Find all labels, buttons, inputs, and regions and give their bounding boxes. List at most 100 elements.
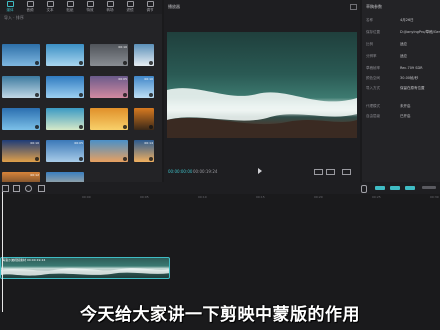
toolbar-filter-button[interactable]: 滤镜 xyxy=(120,0,140,14)
text-icon xyxy=(46,1,54,7)
property-key: 自由层级 xyxy=(366,114,380,118)
ruler-tick-label: 00:25 xyxy=(372,195,381,199)
property-value: 保留在原有位置 xyxy=(400,86,425,90)
delete-icon[interactable] xyxy=(38,185,45,192)
filter-icon xyxy=(126,1,134,7)
download-icon[interactable] xyxy=(149,125,153,129)
toolbar-effect-button[interactable]: 特效 xyxy=(80,0,100,14)
wave-image xyxy=(167,88,357,138)
media-thumbnail[interactable] xyxy=(2,44,40,66)
toolbar-label: 转场 xyxy=(106,8,114,12)
media-thumbnail[interactable]: 00:14 xyxy=(134,140,154,162)
mic-icon[interactable] xyxy=(361,185,367,193)
download-icon[interactable] xyxy=(79,157,83,161)
toolbar-label: 滤镜 xyxy=(126,8,134,12)
property-value: 30.00帧/秒 xyxy=(400,76,419,80)
properties-title: 草稿参数 xyxy=(366,4,382,9)
media-thumbnail[interactable] xyxy=(46,44,84,66)
transition-icon xyxy=(106,1,114,7)
download-icon[interactable] xyxy=(149,61,153,65)
media-thumbnail[interactable]: 00:10 xyxy=(134,76,154,98)
download-icon[interactable] xyxy=(123,157,127,161)
property-key: 颜色空间 xyxy=(366,76,380,80)
download-icon[interactable] xyxy=(79,125,83,129)
thumbnail-duration: 00:10 xyxy=(30,141,39,145)
property-value: Rec.709 SDR xyxy=(400,66,423,70)
toolbar-transition-button[interactable]: 转场 xyxy=(100,0,120,14)
media-thumbnail[interactable] xyxy=(134,44,154,66)
download-icon[interactable] xyxy=(79,61,83,65)
ruler-tick-label: 00:20 xyxy=(314,195,323,199)
download-icon[interactable] xyxy=(35,157,39,161)
property-key: 保存位置 xyxy=(366,30,380,34)
download-icon[interactable] xyxy=(149,93,153,97)
download-icon[interactable] xyxy=(149,157,153,161)
property-value: D:/JianyingPro/草稿/Gen xyxy=(400,30,440,34)
ruler-tick-label: 00:15 xyxy=(256,195,265,199)
ruler-tick-label: 00:30 xyxy=(430,195,439,199)
ratio-icon[interactable] xyxy=(326,169,335,175)
total-time: 00:00:19:24 xyxy=(193,169,218,174)
thumbnail-duration: 00:10 xyxy=(144,77,153,81)
subtitle-caption: 今天给大家讲一下剪映中蒙版的作用 xyxy=(80,305,360,325)
media-thumbnail[interactable] xyxy=(46,108,84,130)
property-key: 代理模式 xyxy=(366,104,380,108)
property-value: 4月26日 xyxy=(400,18,414,22)
property-key: 比例 xyxy=(366,42,373,46)
property-key: 名称 xyxy=(366,18,373,22)
ruler-tick-label: 00:10 xyxy=(198,195,207,199)
select-icon[interactable] xyxy=(2,185,9,192)
toolbar-sticker-button[interactable]: 贴纸 xyxy=(60,0,80,14)
media-thumbnail[interactable] xyxy=(46,76,84,98)
thumbnail-duration: 00:05 xyxy=(118,77,127,81)
playhead[interactable] xyxy=(2,192,3,312)
property-key: 分辨率 xyxy=(366,54,377,58)
toolbar-label: 贴纸 xyxy=(66,8,74,12)
media-icon xyxy=(6,1,14,7)
thumbnail-duration: 00:12 xyxy=(30,173,39,177)
download-icon[interactable] xyxy=(35,61,39,65)
play-icon[interactable] xyxy=(258,168,262,174)
download-icon[interactable] xyxy=(123,125,127,129)
toolbar-audio-button[interactable]: 音频 xyxy=(20,0,40,14)
property-key: 草稿帧率 xyxy=(366,66,380,70)
media-thumbnail[interactable]: 00:05 xyxy=(46,140,84,162)
audio-icon xyxy=(26,1,34,7)
preview-axis-toggle[interactable] xyxy=(405,186,415,190)
download-icon[interactable] xyxy=(35,93,39,97)
toolbar-adjust-button[interactable]: 调节 xyxy=(140,0,160,14)
snap-toggle[interactable] xyxy=(375,186,385,190)
zoom-slider[interactable] xyxy=(422,186,436,189)
download-icon[interactable] xyxy=(123,93,127,97)
fullscreen-icon[interactable] xyxy=(342,169,351,175)
toolbar-text-button[interactable]: 文本 xyxy=(40,0,60,14)
download-icon[interactable] xyxy=(79,93,83,97)
timeline-toolbar xyxy=(0,182,440,194)
property-value: 已开启 xyxy=(400,114,411,118)
sticker-icon xyxy=(66,1,74,7)
media-thumbnail[interactable] xyxy=(2,76,40,98)
split-icon[interactable] xyxy=(13,185,20,192)
media-thumbnail[interactable] xyxy=(2,108,40,130)
properties-panel xyxy=(362,0,440,182)
toolbar-label: 文本 xyxy=(46,8,54,12)
media-thumbnail[interactable] xyxy=(90,108,128,130)
media-thumbnail[interactable] xyxy=(90,140,128,162)
player-menu-icon[interactable] xyxy=(350,4,357,10)
top-toolbar: 媒体 音频 文本 贴纸 特效 转场 滤镜 调节 xyxy=(0,0,162,14)
fit-icon[interactable] xyxy=(314,169,323,175)
toolbar-media-button[interactable]: 媒体 xyxy=(0,0,20,14)
sort-filter[interactable]: 导入 · 排序 xyxy=(4,15,24,22)
media-thumbnail[interactable]: 00:10 xyxy=(90,44,128,66)
link-toggle[interactable] xyxy=(390,186,400,190)
media-thumbnail[interactable] xyxy=(134,108,154,130)
media-thumbnail[interactable]: 00:10 xyxy=(2,140,40,162)
download-icon[interactable] xyxy=(35,125,39,129)
media-thumbnail[interactable]: 00:05 xyxy=(90,76,128,98)
download-icon[interactable] xyxy=(123,61,127,65)
player-title: 播放器 xyxy=(168,4,180,9)
ruler-tick-label: 00:05 xyxy=(140,195,149,199)
ruler-tick-label: 00:00 xyxy=(82,195,91,199)
freeze-icon[interactable] xyxy=(25,185,32,192)
property-value: 适应 xyxy=(400,42,407,46)
